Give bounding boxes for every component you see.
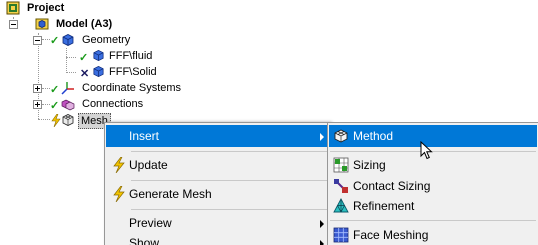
menu-item-sizing-label: Sizing [353, 158, 386, 172]
check-icon: ✓ [50, 35, 60, 47]
submenu-arrow-icon [320, 133, 324, 141]
lightning-icon [51, 114, 61, 127]
menu-item-refinement-label: Refinement [353, 199, 415, 213]
tree-item-solid-body[interactable]: ✕ FFF\Solid [0, 64, 180, 80]
menu-item-contact-sizing[interactable]: Contact Sizing [329, 175, 537, 197]
menu-item-face-meshing-label: Face Meshing [353, 228, 429, 242]
tree-item-coordinate-systems[interactable]: ✓ Coordinate Systems [0, 80, 200, 96]
lightning-icon [113, 157, 125, 173]
menu-separator [131, 180, 327, 181]
menu-separator [131, 151, 327, 152]
collapse-toggle[interactable] [33, 36, 42, 45]
sizing-icon [333, 157, 349, 173]
lightning-icon [113, 186, 125, 202]
refinement-icon [333, 198, 349, 213]
body-icon [93, 49, 104, 62]
menu-item-update-label: Update [129, 158, 168, 172]
menu-item-preview[interactable]: Preview [106, 212, 328, 234]
menu-item-insert[interactable]: Insert [106, 125, 328, 147]
menu-item-preview-label: Preview [129, 216, 172, 230]
tree-label-connections: Connections [82, 98, 144, 110]
collapse-toggle[interactable] [9, 20, 18, 29]
tree-item-fluid-body[interactable]: ✓ FFF\fluid [0, 48, 180, 64]
tree-item-geometry[interactable]: ✓ Geometry [0, 32, 160, 48]
menu-item-update[interactable]: Update [106, 154, 328, 176]
check-icon: ✓ [50, 84, 60, 96]
menu-item-show[interactable]: Show [106, 232, 328, 245]
contact-sizing-icon [334, 179, 348, 193]
context-menu: Insert Update Generate Mesh Preview Show [104, 122, 330, 245]
menu-item-generate-mesh[interactable]: Generate Mesh [106, 183, 328, 205]
tree-label-model: Model (A3) [56, 18, 113, 30]
expand-toggle[interactable] [33, 84, 42, 93]
menu-item-refinement[interactable]: Refinement [329, 195, 537, 217]
suppressed-x-icon: ✕ [80, 68, 90, 80]
axes-icon [61, 82, 74, 95]
menu-separator [330, 220, 536, 221]
menu-item-face-meshing[interactable]: Face Meshing [329, 224, 537, 245]
menu-item-method-label: Method [353, 129, 394, 143]
tree-item-connections[interactable]: ✓ Connections [0, 96, 200, 112]
tree-item-project[interactable]: Project [0, 0, 120, 16]
menu-item-insert-label: Insert [129, 129, 160, 143]
tree-item-mesh[interactable]: Mesh [0, 112, 120, 129]
tree-item-model[interactable]: Model (A3) [0, 16, 160, 32]
menu-item-show-label: Show [129, 236, 160, 245]
tree-label-fluid: FFF\fluid [109, 50, 153, 62]
check-icon: ✓ [50, 100, 60, 112]
body-icon [93, 65, 104, 78]
geometry-icon [62, 34, 74, 46]
tree-label-coordinate-systems: Coordinate Systems [82, 82, 182, 94]
face-meshing-icon [333, 227, 349, 243]
submenu-arrow-icon [320, 220, 324, 228]
check-icon: ✓ [79, 52, 89, 64]
connections-icon [61, 99, 75, 111]
method-icon [334, 129, 348, 143]
expand-toggle[interactable] [33, 100, 42, 109]
project-icon [6, 1, 20, 15]
submenu-arrow-icon [320, 240, 324, 245]
mouse-cursor-icon [420, 141, 433, 160]
mesh-icon [62, 114, 74, 126]
tree-label-geometry: Geometry [82, 34, 131, 46]
menu-separator [131, 209, 327, 210]
tree-label-solid: FFF\Solid [109, 66, 157, 78]
tree-label-project: Project [27, 2, 65, 14]
menu-item-contact-sizing-label: Contact Sizing [353, 179, 431, 193]
menu-item-generate-mesh-label: Generate Mesh [129, 187, 212, 201]
model-icon [35, 18, 49, 30]
